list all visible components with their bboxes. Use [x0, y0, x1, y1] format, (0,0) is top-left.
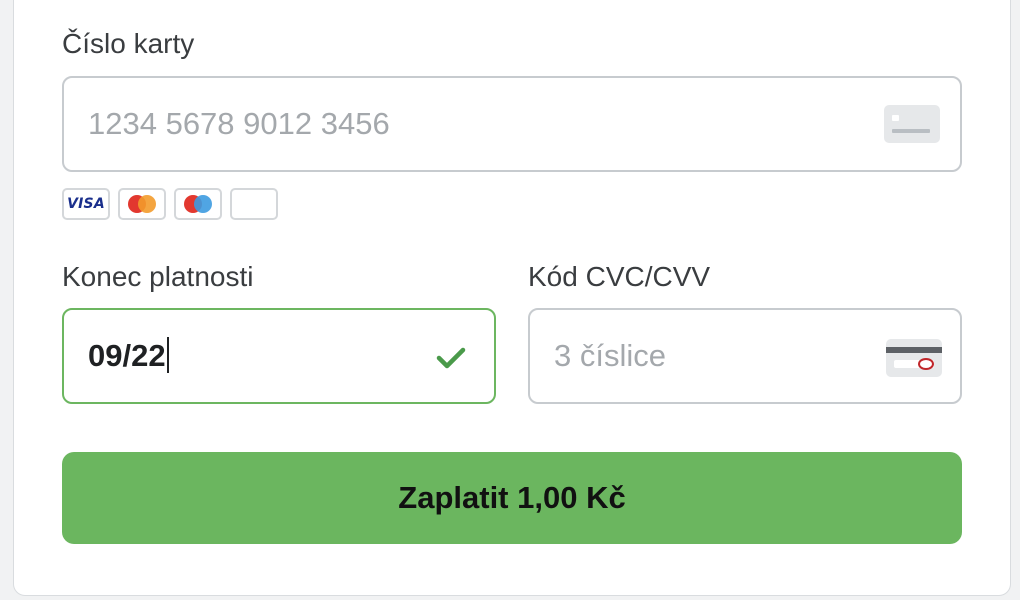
mastercard-icon [118, 188, 166, 220]
visa-icon: VISA [62, 188, 110, 220]
text-caret [166, 336, 169, 373]
credit-card-icon [884, 105, 940, 143]
card-number-placeholder: 1234 5678 9012 3456 [88, 106, 390, 141]
expiry-label: Konec platnosti [62, 261, 254, 292]
pay-button[interactable]: Zaplatit 1,00 Kč [62, 452, 962, 544]
expiry-field[interactable]: 09/22 [62, 308, 496, 404]
cvc-field[interactable]: 3 číslice [528, 308, 962, 404]
card-back-cvc-icon [886, 339, 942, 377]
card-number-field[interactable]: 1234 5678 9012 3456 [62, 76, 962, 172]
cvc-label: Kód CVC/CVV [528, 261, 711, 292]
generic-card-brand-icon [230, 188, 278, 220]
checkmark-icon [436, 346, 466, 370]
maestro-icon [174, 188, 222, 220]
card-brands: VISA [62, 188, 278, 220]
cvc-placeholder: 3 číslice [554, 338, 666, 373]
expiry-value: 09/22 [88, 336, 169, 374]
card-number-label: Číslo karty [62, 28, 195, 59]
pay-button-label: Zaplatit 1,00 Kč [398, 480, 626, 515]
